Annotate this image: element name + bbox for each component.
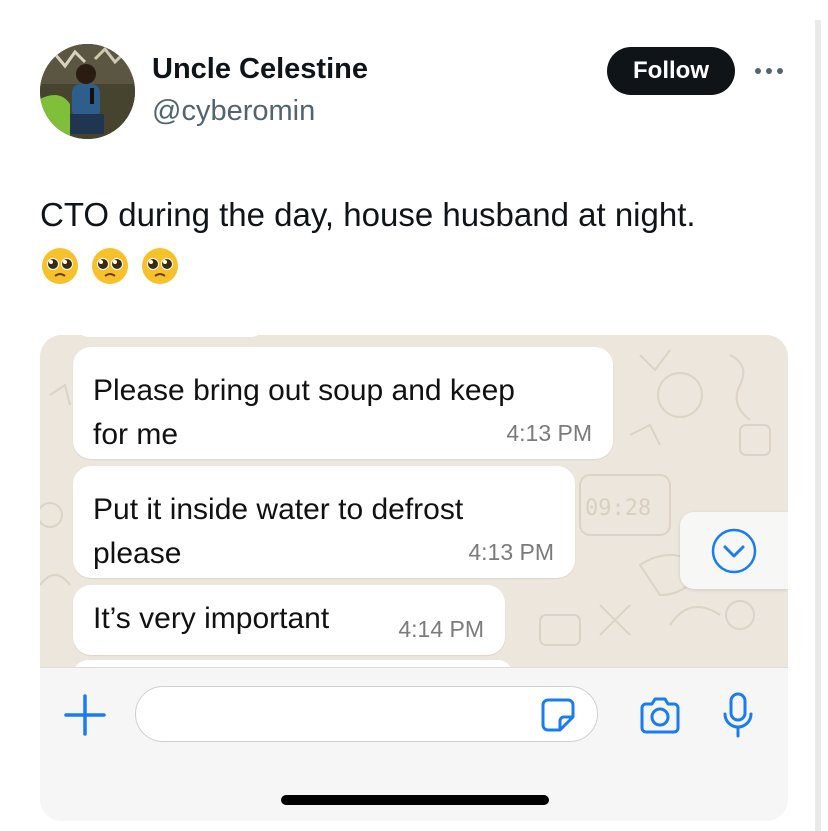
message-text: Please bring out soup and keep for me — [93, 374, 515, 451]
message-text: Put it inside water to defrost please — [93, 493, 464, 570]
pleading-face-icon — [92, 248, 128, 284]
tweet-media-screenshot[interactable]: 09:28 Please bring out soup and keep for… — [40, 335, 788, 821]
ellipsis-icon[interactable] — [752, 60, 786, 82]
scroll-down-button[interactable] — [680, 512, 788, 589]
camera-icon[interactable] — [638, 697, 682, 735]
wallpaper-clock: 09:28 — [585, 496, 651, 521]
author-handle[interactable]: @cyberomin — [152, 95, 315, 128]
previous-message-bubble — [75, 335, 265, 337]
chevron-down-circle-icon — [711, 528, 757, 573]
message-bubble[interactable]: Put it inside water to defrost please 4:… — [73, 466, 575, 578]
home-indicator — [281, 795, 549, 805]
chat-wallpaper: 09:28 Please bring out soup and keep for… — [40, 335, 788, 690]
follow-button[interactable]: Follow — [607, 47, 735, 95]
plus-icon[interactable] — [62, 692, 108, 738]
message-time: 4:13 PM — [468, 539, 554, 565]
message-time: 4:13 PM — [506, 420, 592, 446]
author-name[interactable]: Uncle Celestine — [152, 53, 368, 86]
microphone-icon[interactable] — [723, 692, 753, 738]
message-text: It’s very important — [93, 602, 330, 635]
message-input[interactable] — [135, 686, 598, 742]
message-time: 4:14 PM — [398, 616, 484, 642]
chat-input-bar — [40, 667, 788, 821]
emoji-row — [40, 246, 180, 286]
sticker-icon[interactable] — [540, 697, 576, 733]
scroll-edge — [815, 20, 821, 831]
pleading-face-icon — [142, 248, 178, 284]
author-avatar[interactable] — [40, 44, 135, 139]
tweet-text: CTO during the day, house husband at nig… — [40, 196, 696, 233]
pleading-face-icon — [42, 248, 78, 284]
message-bubble[interactable]: It’s very important 4:14 PM — [73, 585, 505, 655]
message-bubble[interactable]: Please bring out soup and keep for me 4:… — [73, 347, 613, 459]
